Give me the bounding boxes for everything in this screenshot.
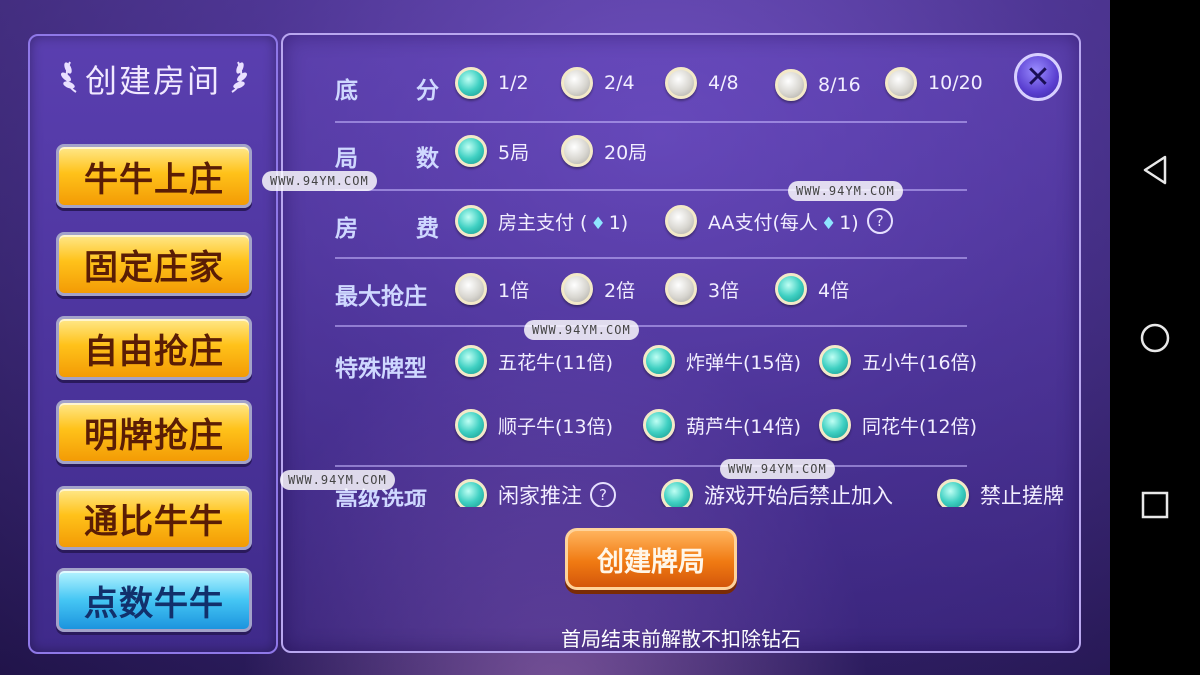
radio-icon <box>885 67 917 99</box>
radio-icon <box>561 135 593 167</box>
watermark: WWW.94YM.COM <box>524 320 639 340</box>
radio-icon <box>643 409 675 441</box>
option-rounds-20[interactable]: 20局 <box>561 135 647 167</box>
radio-icon <box>775 69 807 101</box>
option-wuhua-niu[interactable]: 五花牛(11倍) <box>455 345 613 377</box>
radio-icon <box>455 273 487 305</box>
room-settings-panel: ✕ 底分 1/2 2/4 4/8 8/16 10/20 局数 5局 20局 房费… <box>281 33 1081 653</box>
game-mode-button-free-grab[interactable]: 自由抢庄 <box>56 316 252 380</box>
option-idle-push-bet[interactable]: 闲家推注 ? <box>455 479 616 507</box>
divider <box>335 325 967 327</box>
radio-icon <box>643 345 675 377</box>
radio-icon <box>561 67 593 99</box>
radio-icon <box>775 273 807 305</box>
option-hulu-niu[interactable]: 葫芦牛(14倍) <box>643 409 801 441</box>
option-grab-1x[interactable]: 1倍 <box>455 273 529 305</box>
option-shunzi-niu[interactable]: 顺子牛(13倍) <box>455 409 613 441</box>
watermark: WWW.94YM.COM <box>262 171 377 191</box>
watermark: WWW.94YM.COM <box>720 459 835 479</box>
back-button[interactable] <box>1135 150 1175 190</box>
option-rounds-5[interactable]: 5局 <box>455 135 529 167</box>
advanced-row-clip: 高级选项 闲家推注 ? 游戏开始后禁止加入 禁止搓牌 <box>283 473 1077 507</box>
radio-icon <box>455 135 487 167</box>
diamond-icon: ♦ <box>590 213 606 234</box>
radio-icon <box>937 479 969 507</box>
diamond-icon: ♦ <box>820 213 837 234</box>
option-grab-2x[interactable]: 2倍 <box>561 273 635 305</box>
option-base-8-16[interactable]: 8/16 <box>775 69 861 101</box>
option-no-join-after-start[interactable]: 游戏开始后禁止加入 <box>661 479 893 507</box>
game-mode-button-fixed-banker[interactable]: 固定庄家 <box>56 232 252 296</box>
radio-icon <box>455 479 487 507</box>
divider <box>335 465 967 467</box>
radio-icon <box>665 67 697 99</box>
close-icon: ✕ <box>1025 59 1051 95</box>
home-button[interactable] <box>1135 318 1175 358</box>
close-button[interactable]: ✕ <box>1014 53 1062 101</box>
rounds-label: 局数 <box>335 146 439 172</box>
game-mode-button-points-niuniu[interactable]: 点数牛牛 <box>56 568 252 632</box>
help-icon[interactable]: ? <box>866 208 893 234</box>
game-mode-panel: 创建房间 牛牛上庄 固定庄家 自由抢庄 明牌抢庄 通比牛牛 点数牛牛 <box>28 34 278 654</box>
option-base-2-4[interactable]: 2/4 <box>561 67 635 99</box>
divider <box>335 257 967 259</box>
radio-icon <box>455 345 487 377</box>
option-base-10-20[interactable]: 10/20 <box>885 67 983 99</box>
option-tonghua-niu[interactable]: 同花牛(12倍) <box>819 409 977 441</box>
radio-icon <box>665 273 697 305</box>
max-grab-label: 最大抢庄 <box>335 284 427 310</box>
base-score-label: 底分 <box>335 78 439 104</box>
option-grab-4x[interactable]: 4倍 <box>775 273 849 305</box>
option-zhadan-niu[interactable]: 炸弹牛(15倍) <box>643 345 801 377</box>
divider <box>335 121 967 123</box>
back-nav-icon <box>1143 155 1167 185</box>
radio-icon <box>561 273 593 305</box>
option-no-rub-cards[interactable]: 禁止搓牌 <box>937 479 1064 507</box>
radio-icon <box>455 67 487 99</box>
watermark: WWW.94YM.COM <box>788 181 903 201</box>
home-nav-icon <box>1140 323 1170 352</box>
game-mode-button-niuniu-shangzhuang[interactable]: 牛牛上庄 <box>56 144 252 208</box>
option-base-4-8[interactable]: 4/8 <box>665 67 739 99</box>
option-grab-3x[interactable]: 3倍 <box>665 273 739 305</box>
option-fee-aa-pay[interactable]: AA支付(每人 ♦ 1) ? <box>665 205 893 237</box>
special-cards-label: 特殊牌型 <box>335 356 427 382</box>
option-wuxiao-niu[interactable]: 五小牛(16倍) <box>819 345 977 377</box>
recents-nav-icon <box>1141 491 1169 519</box>
create-game-button[interactable]: 创建牌局 <box>565 528 737 590</box>
radio-icon <box>819 409 851 441</box>
recents-button[interactable] <box>1135 485 1175 525</box>
watermark: WWW.94YM.COM <box>280 470 395 490</box>
option-fee-owner-pay[interactable]: 房主支付 (♦ 1) <box>455 205 628 237</box>
help-icon[interactable]: ? <box>590 482 616 507</box>
radio-icon <box>665 205 697 237</box>
laurel-right-icon <box>231 61 247 93</box>
game-mode-button-tongbi[interactable]: 通比牛牛 <box>56 486 252 550</box>
radio-icon <box>819 345 851 377</box>
room-fee-label: 房费 <box>335 216 439 242</box>
radio-icon <box>661 479 693 507</box>
android-nav-bar <box>1110 0 1200 675</box>
option-base-1-2[interactable]: 1/2 <box>455 67 529 99</box>
radio-icon <box>455 409 487 441</box>
game-mode-button-open-card-grab[interactable]: 明牌抢庄 <box>56 400 252 464</box>
dissolve-notice: 首局结束前解散不扣除钻石 <box>561 627 801 651</box>
radio-icon <box>455 205 487 237</box>
